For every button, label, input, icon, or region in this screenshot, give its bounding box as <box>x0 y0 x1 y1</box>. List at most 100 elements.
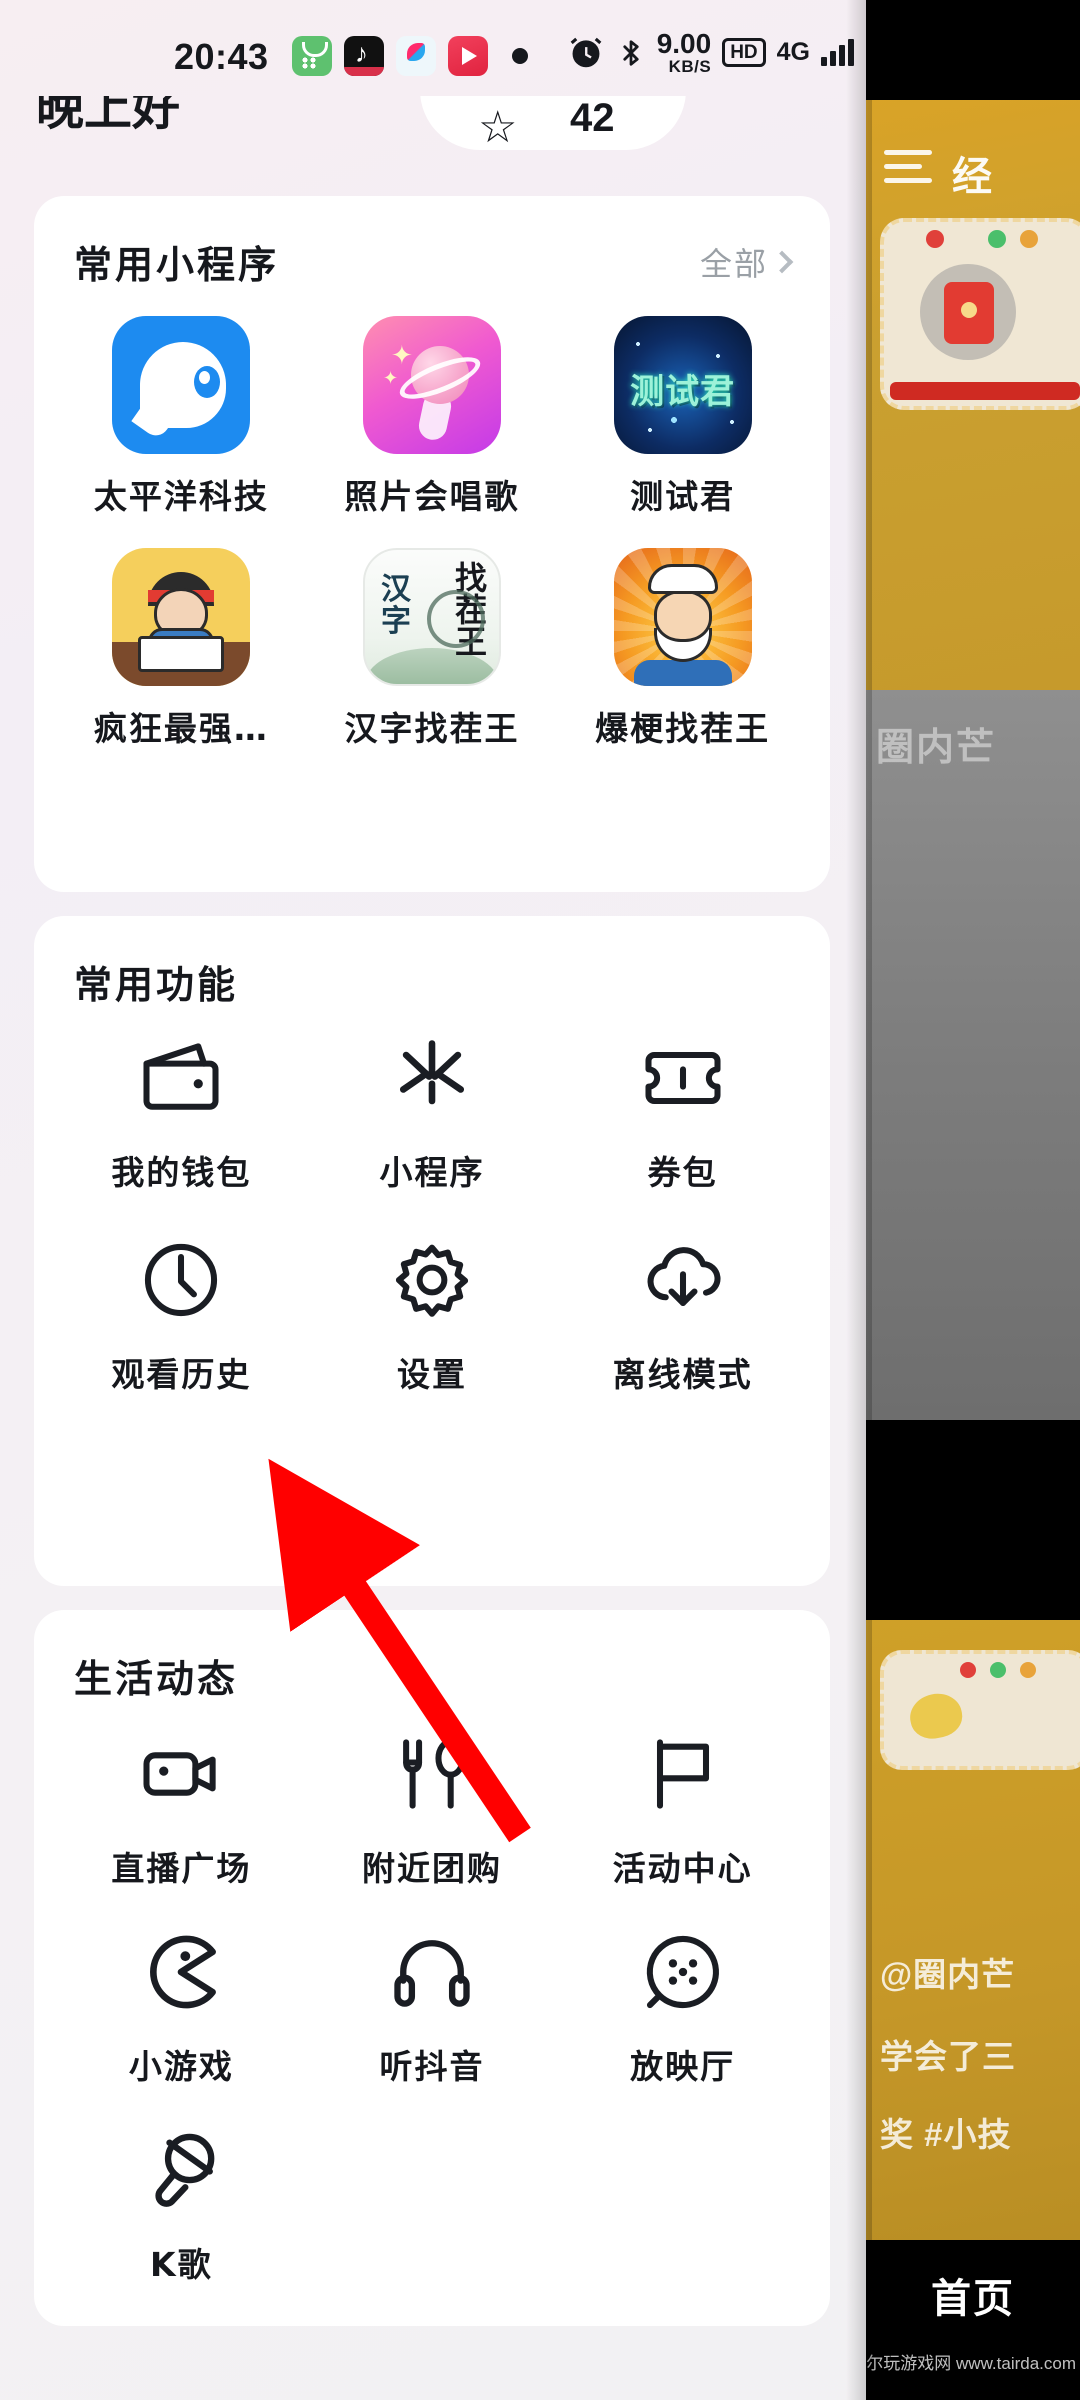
tile-baogeng-zhaochawang[interactable]: 爆梗找茬王 <box>557 548 808 750</box>
feed-promo-card-bottom[interactable] <box>880 1650 1080 1770</box>
hanzi-zhaochawang-app-icon: 汉字 找茬王 <box>362 548 501 686</box>
tile-label: 照片会唱歌 <box>344 477 520 516</box>
tile-label: 疯狂最强… <box>93 709 269 748</box>
life-listen-douyin[interactable]: 听抖音 <box>307 1920 558 2088</box>
tile-zhaopian-huichangge[interactable]: ✦ ✦ 照片会唱歌 <box>307 316 558 518</box>
life-activity-grid: 直播广场 附近团购 活动中心 小游戏 听抖音 放映厅 K歌 <box>56 1722 808 2286</box>
tile-label: 听抖音 <box>379 2047 485 2086</box>
background-douyin-feed[interactable]: 经 圈内芒 @圈内芒 学会了三 奖 #小技 首页 泰 泰尔玩游戏网 www.ta… <box>866 0 1080 2400</box>
tile-label: 设置 <box>396 1355 467 1394</box>
tile-label: 放映厅 <box>630 2047 736 2086</box>
card-title-mini-programs: 常用小程序 <box>74 243 280 287</box>
feed-caption-3: 奖 #小技 <box>880 2116 1012 2153</box>
card-mini-programs: 常用小程序 全部 太平洋科技 ✦ ✦ 照片会唱歌 测试君 测试君 疯狂最强… 汉… <box>34 196 830 892</box>
life-nearby-groupbuy[interactable]: 附近团购 <box>307 1722 558 1890</box>
headphones-icon <box>380 1920 484 2024</box>
tile-label: 小游戏 <box>128 2047 234 2086</box>
card-life-activity: 生活动态 直播广场 附近团购 活动中心 小游戏 听抖音 放映厅 K歌 <box>34 1610 830 2326</box>
site-watermark: 泰 泰尔玩游戏网 www.tairda.com <box>866 2348 1076 2374</box>
tile-label: 汉字找茬王 <box>344 709 520 748</box>
feed-caption-1: @圈内芒 <box>880 1956 1016 1993</box>
card-common-functions: 常用功能 我的钱包 小程序 券包 观看历史 设置 离线模式 <box>34 916 830 1586</box>
peek-pill[interactable]: ☆ 42 <box>420 96 686 152</box>
cloud-download-icon <box>631 1228 735 1332</box>
tile-label: K歌 <box>150 2245 213 2284</box>
mango-icon <box>905 1689 967 1743</box>
tile-hanzi-zhaochawang[interactable]: 汉字 找茬王 汉字找茬王 <box>307 548 558 750</box>
tile-label: 直播广场 <box>111 1849 252 1888</box>
tile-label: 券包 <box>647 1153 718 1192</box>
xigua-video-icon <box>396 36 436 76</box>
mobile-network-label: 4G <box>776 38 810 66</box>
signal-strength-icon <box>821 39 854 66</box>
hd-badge: HD <box>722 37 766 68</box>
tab-home[interactable]: 首页 <box>931 2266 1015 2324</box>
tile-label: 小程序 <box>379 1153 485 1192</box>
peek-pill-glyph-2: 42 <box>570 96 615 140</box>
function-coupon-pack[interactable]: 券包 <box>557 1026 808 1194</box>
alarm-clock-icon <box>567 34 605 72</box>
greeting-title: 晚上好 <box>36 96 181 136</box>
chevron-right-icon <box>770 250 794 273</box>
card-title-life-activity: 生活动态 <box>74 1657 239 1701</box>
feed-caption-2: 学会了三 <box>880 2038 1016 2075</box>
card-header-life-activity: 生活动态 <box>74 1648 790 1703</box>
tile-label: 我的钱包 <box>111 1153 252 1192</box>
hamburger-menu-icon[interactable] <box>884 150 932 184</box>
feed-header-title: 经 <box>952 155 994 199</box>
function-mini-program[interactable]: 小程序 <box>307 1026 558 1194</box>
tile-label: 爆梗找茬王 <box>595 709 771 748</box>
notification-dot-icon <box>512 48 528 64</box>
life-mini-game[interactable]: 小游戏 <box>56 1920 307 2088</box>
feed-video-area[interactable] <box>866 690 1080 1420</box>
status-app-icons <box>292 36 488 76</box>
function-watch-history[interactable]: 观看历史 <box>56 1228 307 1396</box>
card-header-mini-programs: 常用小程序 全部 <box>74 234 794 289</box>
tile-taipingyang-keji[interactable]: 太平洋科技 <box>56 316 307 518</box>
life-activity-center[interactable]: 活动中心 <box>557 1722 808 1890</box>
view-all-label: 全部 <box>699 245 768 282</box>
tile-fengkuang-zuiqiang[interactable]: 疯狂最强… <box>56 548 307 750</box>
fork-spoon-icon <box>380 1722 484 1826</box>
function-my-wallet[interactable]: 我的钱包 <box>56 1026 307 1194</box>
life-live-square[interactable]: 直播广场 <box>56 1722 307 1890</box>
tile-ceshijun[interactable]: 测试君 测试君 <box>557 316 808 518</box>
tile-label: 太平洋科技 <box>93 477 269 516</box>
function-offline-mode[interactable]: 离线模式 <box>557 1228 808 1396</box>
side-drawer-panel: 晚上好 ☆ 42 常用小程序 全部 太平洋科技 ✦ ✦ 照片会唱歌 测试君 测试… <box>0 0 866 2400</box>
bluetooth-icon <box>616 34 646 72</box>
phone-screen: 经 圈内芒 @圈内芒 学会了三 奖 #小技 首页 泰 泰尔玩游戏网 www.ta… <box>0 0 1080 2400</box>
feed-ghost-label: 圈内芒 <box>876 727 997 769</box>
view-all-mini-programs-button[interactable]: 全部 <box>699 239 794 285</box>
peek-pill-glyph-1: ☆ <box>478 103 518 152</box>
douyin-icon <box>344 36 384 76</box>
wallet-icon <box>129 1026 233 1130</box>
card-title-common-functions: 常用功能 <box>74 963 239 1007</box>
feed-promo-card-top[interactable] <box>880 218 1080 410</box>
ceshijun-app-icon: 测试君 <box>613 316 752 454</box>
card-header-common-functions: 常用功能 <box>74 954 790 1009</box>
red-envelope-icon[interactable] <box>920 264 1016 360</box>
youtube-icon <box>448 36 488 76</box>
network-speed-indicator: 9.00 KB/S <box>657 30 712 76</box>
tile-label: 活动中心 <box>612 1849 753 1888</box>
life-cinema[interactable]: 放映厅 <box>557 1920 808 2088</box>
function-settings[interactable]: 设置 <box>307 1228 558 1396</box>
cinema-dots-icon <box>631 1920 735 2024</box>
fengkuang-zuiqiang-app-icon <box>112 548 251 686</box>
tile-label: 离线模式 <box>612 1355 753 1394</box>
life-karaoke[interactable]: K歌 <box>56 2118 307 2286</box>
status-bar: 20:43 9.00 KB/S HD <box>0 0 866 96</box>
watermark-text: 泰尔玩游戏网 www.tairda.com <box>866 2353 1076 2373</box>
clock-history-icon <box>129 1228 233 1332</box>
baogeng-zhaochawang-app-icon <box>613 548 752 686</box>
mini-programs-grid: 太平洋科技 ✦ ✦ 照片会唱歌 测试君 测试君 疯狂最强… 汉 字 找 茬 王 … <box>56 316 808 750</box>
mobile-network-indicator: 4G <box>777 38 810 67</box>
drawer-peek-row: 晚上好 ☆ 42 <box>0 96 866 168</box>
pacman-game-icon <box>129 1920 233 2024</box>
status-right-cluster: 9.00 KB/S HD 4G <box>567 30 854 75</box>
coupon-ticket-icon <box>631 1026 735 1130</box>
video-camera-icon <box>129 1722 233 1826</box>
flag-icon <box>631 1722 735 1826</box>
feed-tabbar[interactable]: 首页 <box>866 2240 1080 2400</box>
